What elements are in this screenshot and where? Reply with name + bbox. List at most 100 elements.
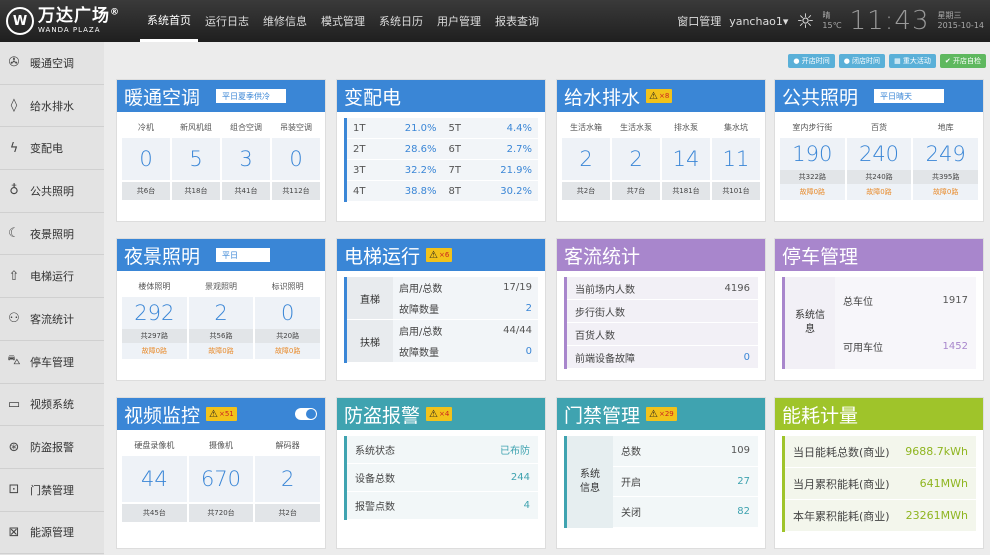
sidebar-item-elevator[interactable]: ⇧ 电梯运行 — [0, 255, 104, 299]
row-label: 前端设备故障 — [575, 353, 635, 365]
item-total: 共20路 — [255, 329, 321, 343]
item-label: 室内步行街 — [792, 122, 833, 132]
item-label: 组合空调 — [230, 122, 262, 132]
item-value: 0 — [255, 297, 321, 329]
warning-badge[interactable]: ⚠ ×29 — [646, 407, 677, 421]
parking-card[interactable]: 停车管理 系统信息 总车位 1917 可用车位 1452 — [774, 238, 984, 381]
transformer-label: 6T — [448, 143, 461, 155]
sidebar-item-power[interactable]: ϟ 变配电 — [0, 127, 104, 171]
warning-count: ×4 — [438, 410, 450, 418]
item-total: 共2台 — [562, 182, 610, 200]
weather-label: 晴 — [822, 11, 831, 21]
alarm-icon: ⊛ — [8, 439, 20, 455]
video-card[interactable]: 视频监控 ⚠ ×51 硬盘录像机 44 共45台 摄像机 670 共720台 解码器 2 共2台 — [116, 397, 326, 549]
window-management-link[interactable]: 窗口管理 — [677, 13, 721, 29]
row-value: 23261MWh — [905, 509, 968, 522]
item-total: 共6台 — [122, 182, 170, 200]
brand-name: 万达广场 — [38, 6, 110, 26]
night-light-card[interactable]: 夜景照明 平日 楼体照明 292 共297路 故障0路 景观照明 2 共56路 故障0路 标识… — [116, 238, 326, 381]
warning-badge[interactable]: ⚠ ×4 — [426, 407, 453, 421]
row-label: 当日能耗总数(商业) — [793, 445, 890, 459]
water-card[interactable]: 给水排水 ⚠ ×8 生活水箱 2 共2台 生活水泵 2 共7台 排水泵 14 共181台 集水坑… — [556, 79, 766, 222]
user-name: yanchao1 — [729, 14, 783, 28]
sidebar-item-parking[interactable]: ⛍ 停车管理 — [0, 341, 104, 384]
sidebar-item-hvac[interactable]: ✇ 暖通空调 — [0, 42, 104, 85]
item-label: 集水坑 — [724, 122, 748, 132]
lightning-icon: ϟ — [9, 140, 19, 156]
warning-badge[interactable]: ⚠ ×51 — [206, 407, 237, 421]
user-menu[interactable]: yanchao1▾ — [729, 15, 788, 28]
item-value: 292 — [122, 297, 187, 329]
sidebar-item-burglar[interactable]: ⊛ 防盗报警 — [0, 426, 104, 469]
mode-indicator[interactable]: 平日晴天 — [874, 89, 945, 103]
nav-reports[interactable]: 报表查询 — [488, 0, 546, 42]
warning-count: ×29 — [658, 410, 674, 418]
nav-calendar[interactable]: 系统日历 — [372, 0, 430, 42]
row-label: 启用/总数 — [399, 327, 443, 338]
nav-users[interactable]: 用户管理 — [430, 0, 488, 42]
item-label: 排水泵 — [674, 122, 698, 132]
sidebar-item-energy[interactable]: ⊠ 能源管理 — [0, 512, 104, 555]
energy-card[interactable]: 能耗计量 当日能耗总数(商业) 9688.7kWh 当月累积能耗(商业) 641MW… — [774, 397, 984, 549]
open-time-button[interactable]: ● 开店时间 — [788, 54, 835, 68]
user-menu-caret: ▾ — [782, 14, 789, 28]
nav-mode[interactable]: 模式管理 — [314, 0, 372, 42]
sidebar-item-label: 门禁管理 — [30, 483, 74, 497]
nav-maintenance[interactable]: 维修信息 — [256, 0, 314, 42]
self-check-button[interactable]: ✔ 开店自检 — [939, 54, 986, 68]
row-value: 641MWh — [919, 477, 968, 490]
brand-logo[interactable]: W 万达广场® WANDA PLAZA — [0, 0, 140, 42]
card-title: 能耗计量 — [782, 404, 859, 427]
row-label: 关闭 — [621, 508, 641, 520]
dashboard: ● 开店时间 ● 闭店时间 ▦ 重大活动 ✔ 开店自检 暖通空调 平日夏季供冷 冷… — [108, 42, 990, 555]
power-card[interactable]: 变配电 1T 21.0% 5T 4.4% 2T 28.6% 6T 2.7% 3T 32.2% 7… — [336, 79, 546, 222]
sidebar-item-label: 夜景照明 — [30, 227, 74, 241]
nav-home[interactable]: 系统首页 — [140, 0, 198, 42]
item-label: 解码器 — [275, 440, 300, 450]
card-title: 公共照明 — [782, 86, 859, 109]
major-event-button[interactable]: ▦ 重大活动 — [889, 54, 936, 68]
warning-badge[interactable]: ⚠ ×6 — [426, 248, 453, 262]
elevator-icon: ⇧ — [8, 268, 20, 284]
group-label: 系统信息 — [785, 277, 835, 369]
toggle-switch[interactable] — [295, 408, 317, 420]
warning-count: ×6 — [438, 251, 450, 259]
sidebar-item-traffic[interactable]: ⚇ 客流统计 — [0, 298, 104, 341]
item-fault: 故障0路 — [255, 343, 321, 359]
burglar-card[interactable]: 防盗报警 ⚠ ×4 系统状态 已布防 设备总数 244 报警点数 4 — [336, 397, 546, 549]
traffic-card[interactable]: 客流统计 当前场内人数 4196 步行街人数 百货人数 前端设备故障 0 — [556, 238, 766, 381]
item-total: 共56路 — [188, 329, 254, 343]
row-label: 系统状态 — [355, 446, 395, 457]
row-value: 44/44 — [503, 325, 532, 336]
close-time-button[interactable]: ● 闭店时间 — [838, 54, 886, 68]
warning-badge[interactable]: ⚠ ×8 — [646, 89, 673, 103]
access-card[interactable]: 门禁管理 ⚠ ×29 系统信息 总数 109 开启 27 关闭 82 — [556, 397, 766, 549]
transformer-load: 2.7% — [506, 143, 532, 155]
warning-count: ×8 — [658, 92, 670, 100]
row-label: 总车位 — [843, 296, 873, 308]
hvac-card[interactable]: 暖通空调 平日夏季供冷 冷机 0 共6台 新风机组 5 共18台 组合空调 3 共41台 吊装… — [116, 79, 326, 222]
item-value: 2 — [255, 456, 321, 502]
sidebar-item-access[interactable]: ⊡ 门禁管理 — [0, 469, 104, 512]
item-value: 0 — [272, 138, 320, 180]
item-value: 240 — [846, 138, 912, 170]
row-value: 0 — [743, 351, 750, 363]
item-value: 670 — [188, 456, 254, 502]
sidebar-item-night-light[interactable]: ☾ 夜景照明 — [0, 213, 104, 256]
item-fault: 故障0路 — [913, 184, 979, 200]
sidebar-item-water[interactable]: ◊ 给水排水 — [0, 85, 104, 128]
warning-icon: ⚠ — [429, 408, 438, 420]
sidebar-item-video[interactable]: ▭ 视频系统 — [0, 384, 104, 427]
item-value: 44 — [122, 456, 187, 502]
transformer-label: 4T — [353, 185, 366, 197]
public-light-card[interactable]: 公共照明 平日晴天 室内步行街 190 共322路 故障0路 百货 240 共240路 故障0… — [774, 79, 984, 222]
elevator-card[interactable]: 电梯运行 ⚠ ×6 直梯 启用/总数 17/19 故障数量 2 扶梯 启用/总数 44/4… — [336, 238, 546, 381]
mode-indicator[interactable]: 平日 — [216, 248, 271, 262]
mode-indicator[interactable]: 平日夏季供冷 — [216, 89, 287, 103]
fan-icon: ✇ — [8, 55, 20, 71]
nav-run-log[interactable]: 运行日志 — [198, 0, 256, 42]
row-value: 9688.7kWh — [905, 445, 968, 458]
sidebar-item-public-light[interactable]: ♁ 公共照明 — [0, 170, 104, 213]
card-title: 电梯运行 — [344, 245, 421, 268]
row-label: 百货人数 — [575, 330, 615, 342]
